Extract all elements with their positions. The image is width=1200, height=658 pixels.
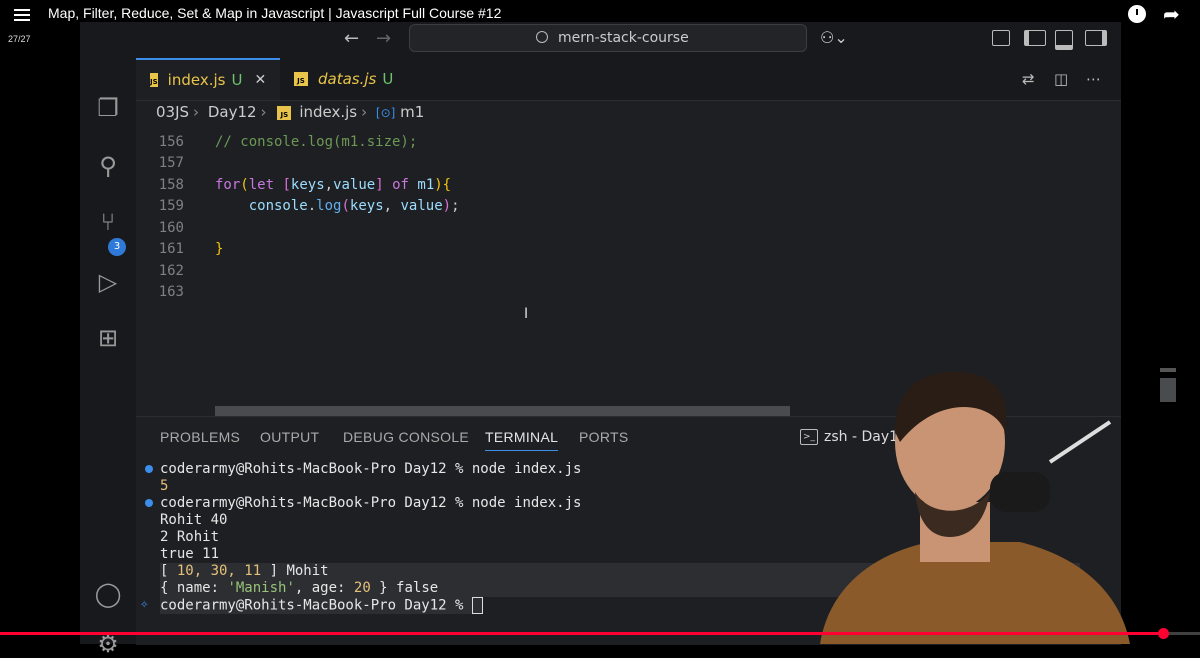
- code-line: 162: [136, 263, 1096, 284]
- tab-datas-js[interactable]: JS datas.js U: [280, 58, 426, 100]
- compare-changes-icon[interactable]: ⇄: [1022, 70, 1035, 88]
- presenter-webcam: [820, 371, 1130, 644]
- breadcrumb-item[interactable]: m1: [400, 103, 424, 121]
- line-number: 156: [158, 134, 184, 150]
- toggle-primary-sidebar-icon[interactable]: [1024, 30, 1046, 46]
- tab-label: datas.js: [318, 70, 377, 88]
- title-bar: ← → mern-stack-course ⚇⌄: [80, 22, 1121, 58]
- close-tab-icon[interactable]: ✕: [254, 72, 266, 88]
- code-text: for(let [keys,value] of m1){: [215, 177, 452, 193]
- terminal-line: true 11: [160, 546, 220, 562]
- line-number: 161: [158, 241, 184, 257]
- line-number: 158: [158, 177, 184, 193]
- search-label: mern-stack-course: [558, 30, 689, 46]
- extensions-icon[interactable]: ⊞: [94, 324, 122, 352]
- source-control-badge: 3: [108, 238, 126, 256]
- panel-tab-problems[interactable]: PROBLEMS: [160, 429, 240, 445]
- mouse-cursor-icon: I: [524, 306, 529, 322]
- copilot-icon[interactable]: ⚇⌄: [820, 28, 848, 47]
- panel-tab-ports[interactable]: PORTS: [579, 429, 628, 445]
- editor-tabs: JS index.js U ✕ JS datas.js U ⇄ ◫ ⋯: [136, 58, 1121, 101]
- terminal-cursor: [471, 597, 483, 614]
- code-line: 163: [136, 284, 1096, 305]
- toggle-secondary-sidebar-icon[interactable]: [1085, 30, 1107, 46]
- terminal-line: coderarmy@Rohits-MacBook-Pro Day12 % nod…: [160, 495, 582, 511]
- js-file-icon: JS: [294, 72, 308, 86]
- video-title[interactable]: Map, Filter, Reduce, Set & Map in Javasc…: [48, 5, 501, 21]
- code-line: 158 for(let [keys,value] of m1){: [136, 177, 1096, 198]
- code-text: }: [215, 241, 224, 257]
- video-progress-fill: [0, 632, 1164, 635]
- watch-later-icon[interactable]: [1128, 5, 1146, 23]
- account-icon[interactable]: ◯: [94, 580, 122, 608]
- code-line: 160: [136, 220, 1096, 241]
- code-line: 159 console.log(keys, value);: [136, 198, 1096, 219]
- code-line: 156 // console.log(m1.size);: [136, 134, 1096, 155]
- forward-arrow-icon[interactable]: →: [376, 28, 391, 49]
- back-arrow-icon[interactable]: ←: [344, 28, 359, 49]
- tab-label: index.js: [167, 71, 226, 89]
- search-icon: [536, 31, 548, 43]
- js-file-icon: JS: [150, 73, 158, 87]
- code-text: // console.log(m1.size);: [215, 134, 418, 150]
- source-control-icon[interactable]: ⑂: [94, 208, 122, 236]
- code-text: console.log(keys, value);: [248, 198, 460, 214]
- panel-tab-terminal[interactable]: TERMINAL: [485, 429, 559, 451]
- activity-bar: ❐ ⚲ ⑂ 3 ▷ ⊞ ◯ ⚙: [80, 58, 136, 658]
- video-progress-handle[interactable]: [1158, 628, 1169, 639]
- command-status-icon: [145, 465, 153, 473]
- run-debug-icon[interactable]: ▷: [94, 268, 122, 296]
- command-search-box[interactable]: mern-stack-course: [409, 24, 807, 52]
- variable-icon: [⊙]: [375, 106, 396, 120]
- scrollbar-marker: [1160, 368, 1176, 372]
- explorer-icon[interactable]: ❐: [94, 94, 122, 122]
- line-number: 160: [158, 220, 184, 236]
- tab-status: U: [231, 71, 243, 89]
- line-number: 159: [158, 198, 184, 214]
- panel-tab-output[interactable]: OUTPUT: [260, 429, 319, 445]
- playlist-menu-icon[interactable]: [14, 6, 30, 22]
- terminal-line: coderarmy@Rohits-MacBook-Pro Day12 %: [160, 597, 483, 614]
- vertical-scrollbar[interactable]: [1160, 378, 1176, 402]
- sparkle-icon[interactable]: ✧: [140, 596, 148, 612]
- more-actions-icon[interactable]: ⋯: [1086, 70, 1101, 88]
- customize-layout-icon[interactable]: [992, 30, 1010, 46]
- line-number: 157: [158, 155, 184, 171]
- tab-index-js[interactable]: JS index.js U ✕: [136, 58, 280, 100]
- line-number: 163: [158, 284, 184, 300]
- share-icon[interactable]: ➦: [1163, 2, 1180, 26]
- tab-status: U: [382, 70, 394, 88]
- breadcrumb: 03JS › Day12 › JS index.js › [⊙] m1: [156, 103, 425, 121]
- terminal-line: coderarmy@Rohits-MacBook-Pro Day12 % nod…: [160, 461, 582, 477]
- terminal-line: 2 Rohit: [160, 529, 220, 545]
- js-file-icon: JS: [277, 106, 292, 120]
- panel-tab-debug-console[interactable]: DEBUG CONSOLE: [343, 429, 469, 445]
- breadcrumb-item[interactable]: Day12: [208, 103, 257, 121]
- playlist-position: 27/27: [8, 34, 31, 44]
- breadcrumb-item[interactable]: 03JS: [156, 103, 189, 121]
- line-number: 162: [158, 263, 184, 279]
- search-view-icon[interactable]: ⚲: [94, 152, 122, 180]
- breadcrumb-item[interactable]: index.js: [299, 103, 357, 121]
- terminal-line: 5: [160, 478, 169, 494]
- code-line: 157: [136, 155, 1096, 176]
- command-status-icon: [145, 499, 153, 507]
- toggle-panel-icon[interactable]: [1055, 30, 1073, 50]
- code-line: 161 }: [136, 241, 1096, 262]
- terminal-line: Rohit 40: [160, 512, 228, 528]
- split-editor-icon[interactable]: ◫: [1054, 70, 1068, 88]
